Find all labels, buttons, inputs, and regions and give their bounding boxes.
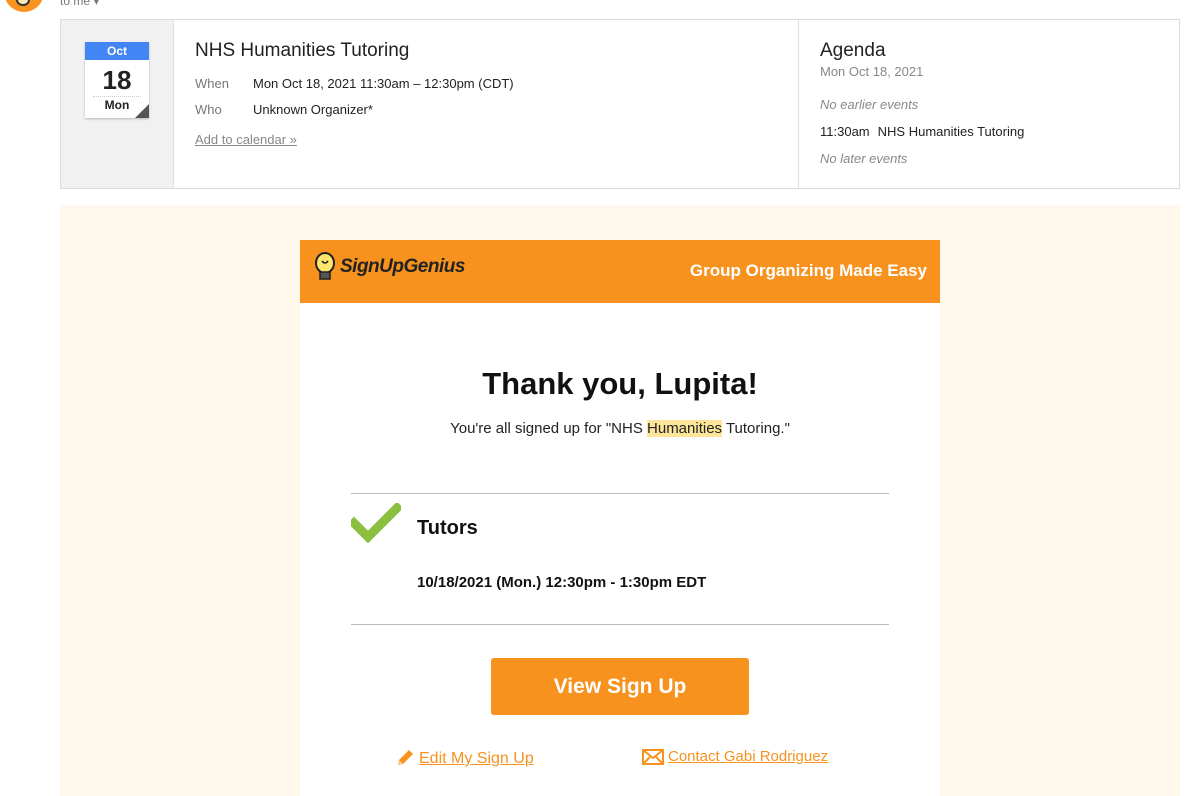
signupgenius-logo[interactable]: SignUpGenius	[314, 252, 465, 282]
calendar-icon-panel: Oct 18 Mon	[61, 20, 174, 188]
agenda-event-name: NHS Humanities Tutoring	[877, 124, 1025, 139]
calendar-invite-card: Oct 18 Mon NHS Humanities Tutoring When …	[60, 19, 1180, 189]
pencil-icon	[398, 750, 413, 765]
agenda-no-later: No later events	[820, 151, 908, 166]
agenda-panel: Agenda Mon Oct 18, 2021 No earlier event…	[799, 20, 1179, 188]
edit-signup-label: Edit My Sign Up	[419, 750, 534, 767]
page-fold-icon	[135, 104, 149, 118]
signup-confirmation: You're all signed up for "NHS Humanities…	[300, 420, 940, 437]
agenda-event-time: 11:30am	[820, 124, 870, 139]
recipient-label: to me	[60, 0, 91, 8]
avatar-bulb-icon	[16, 0, 30, 6]
agenda-event[interactable]: 11:30am NHS Humanities Tutoring	[820, 124, 1179, 139]
agenda-title: Agenda	[820, 40, 886, 61]
signupgenius-logo-icon	[315, 252, 335, 280]
add-to-calendar-link[interactable]: Add to calendar »	[195, 132, 297, 147]
edit-signup-link[interactable]: Edit My Sign Up	[395, 748, 534, 768]
signup-confirmation-prefix: You're all signed up for "NHS	[450, 420, 648, 437]
divider-bottom	[351, 624, 889, 625]
agenda-date: Mon Oct 18, 2021	[820, 64, 924, 79]
email-background: SignUpGenius Group Organizing Made Easy …	[60, 205, 1180, 796]
who-label: Who	[195, 102, 222, 117]
sender-avatar[interactable]	[4, 0, 44, 12]
calendar-weekday: Mon	[93, 96, 141, 113]
slot-title: Tutors	[417, 517, 478, 539]
envelope-icon	[642, 749, 664, 765]
calendar-month: Oct	[85, 42, 149, 60]
event-when-row: When Mon Oct 18, 2021 11:30am – 12:30pm …	[195, 76, 798, 91]
search-highlight: Humanities	[647, 420, 723, 437]
signup-confirmation-suffix: Tutoring."	[722, 420, 790, 437]
event-who-row: Who Unknown Organizer*	[195, 102, 798, 117]
contact-organizer-label: Contact Gabi Rodriguez	[668, 748, 829, 765]
view-signup-button[interactable]: View Sign Up	[491, 658, 749, 715]
event-title: NHS Humanities Tutoring	[195, 40, 410, 61]
checkmark-icon	[351, 503, 401, 544]
recipient-details-toggle[interactable]: to me ▾	[60, 0, 99, 8]
email-content: SignUpGenius Group Organizing Made Easy …	[300, 240, 940, 796]
divider-top	[351, 493, 889, 494]
slot-time: 10/18/2021 (Mon.) 12:30pm - 1:30pm EDT	[417, 574, 707, 591]
event-details: NHS Humanities Tutoring When Mon Oct 18,…	[174, 20, 799, 188]
thank-you-heading: Thank you, Lupita!	[482, 366, 758, 401]
calendar-date-icon: Oct 18 Mon	[85, 42, 149, 118]
who-value: Unknown Organizer*	[253, 102, 373, 117]
chevron-down-icon: ▾	[93, 0, 100, 8]
when-value: Mon Oct 18, 2021 11:30am – 12:30pm (CDT)	[253, 76, 514, 91]
agenda-no-earlier: No earlier events	[820, 97, 919, 112]
brand-name: SignUpGenius	[340, 256, 465, 277]
email-header: SignUpGenius Group Organizing Made Easy	[300, 240, 940, 303]
contact-organizer-link[interactable]: Contact Gabi Rodriguez	[642, 748, 828, 765]
calendar-day: 18	[102, 65, 132, 95]
when-label: When	[195, 76, 229, 91]
brand-tagline: Group Organizing Made Easy	[689, 261, 927, 280]
